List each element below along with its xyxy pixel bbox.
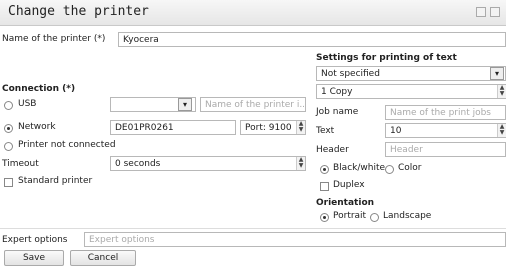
timeout-label: Timeout bbox=[2, 159, 39, 169]
text-size-stepper[interactable]: ▲ ▼ bbox=[497, 124, 506, 137]
timeout-stepper[interactable]: ▲ ▼ bbox=[296, 157, 305, 170]
chevron-down-icon[interactable]: ▾ bbox=[178, 98, 192, 111]
port-stepper[interactable]: ▲ ▼ bbox=[296, 121, 305, 134]
close-icon[interactable] bbox=[490, 7, 500, 17]
connection-heading: Connection (*) bbox=[2, 84, 76, 94]
divider bbox=[0, 228, 506, 229]
color-radio[interactable] bbox=[385, 165, 394, 174]
text-size-input[interactable]: 10 bbox=[385, 123, 506, 138]
duplex-checkbox[interactable] bbox=[320, 182, 329, 191]
copies-input[interactable]: 1 Copy bbox=[316, 84, 506, 99]
settings-heading: Settings for printing of text bbox=[316, 53, 457, 63]
printer-name-label: Name of the printer (*) bbox=[2, 34, 106, 44]
expert-options-label: Expert options bbox=[2, 235, 68, 245]
duplex-label: Duplex bbox=[333, 180, 365, 190]
black-white-label: Black/white bbox=[333, 163, 386, 173]
network-label: Network bbox=[18, 122, 56, 132]
header-label: Header bbox=[316, 145, 349, 155]
standard-printer-checkbox[interactable] bbox=[4, 178, 13, 187]
black-white-radio[interactable] bbox=[320, 165, 329, 174]
orientation-heading: Orientation bbox=[316, 198, 375, 208]
text-size-label: Text bbox=[316, 126, 335, 136]
not-connected-label: Printer not connected bbox=[18, 140, 116, 150]
expert-options-input[interactable]: Expert options bbox=[84, 232, 506, 247]
color-label: Color bbox=[398, 163, 422, 173]
window-title: Change the printer bbox=[8, 4, 149, 19]
usb-label: USB bbox=[18, 99, 37, 109]
landscape-label: Landscape bbox=[383, 211, 432, 221]
portrait-radio[interactable] bbox=[320, 213, 329, 222]
printer-name-input[interactable]: Kyocera bbox=[118, 32, 506, 47]
copies-stepper[interactable]: ▲ ▼ bbox=[497, 85, 506, 98]
header-input[interactable]: Header bbox=[385, 142, 506, 157]
chevron-down-icon[interactable]: ▾ bbox=[490, 67, 504, 80]
usb-printer-name-input[interactable]: Name of the printer i... bbox=[200, 97, 306, 112]
not-connected-radio[interactable] bbox=[4, 142, 13, 151]
usb-radio[interactable] bbox=[4, 101, 13, 110]
network-address-input[interactable]: DE01PR0261 bbox=[110, 120, 236, 135]
network-radio[interactable] bbox=[4, 124, 13, 133]
timeout-input[interactable]: 0 seconds bbox=[110, 156, 306, 171]
landscape-radio[interactable] bbox=[370, 213, 379, 222]
standard-printer-label: Standard printer bbox=[18, 176, 93, 186]
title-bar: Change the printer bbox=[0, 0, 506, 26]
paper-select[interactable]: Not specified bbox=[316, 66, 506, 81]
job-name-input[interactable]: Name of the print jobs bbox=[385, 105, 506, 120]
portrait-label: Portrait bbox=[333, 211, 367, 221]
restore-icon[interactable] bbox=[476, 7, 486, 17]
job-name-label: Job name bbox=[316, 107, 359, 117]
